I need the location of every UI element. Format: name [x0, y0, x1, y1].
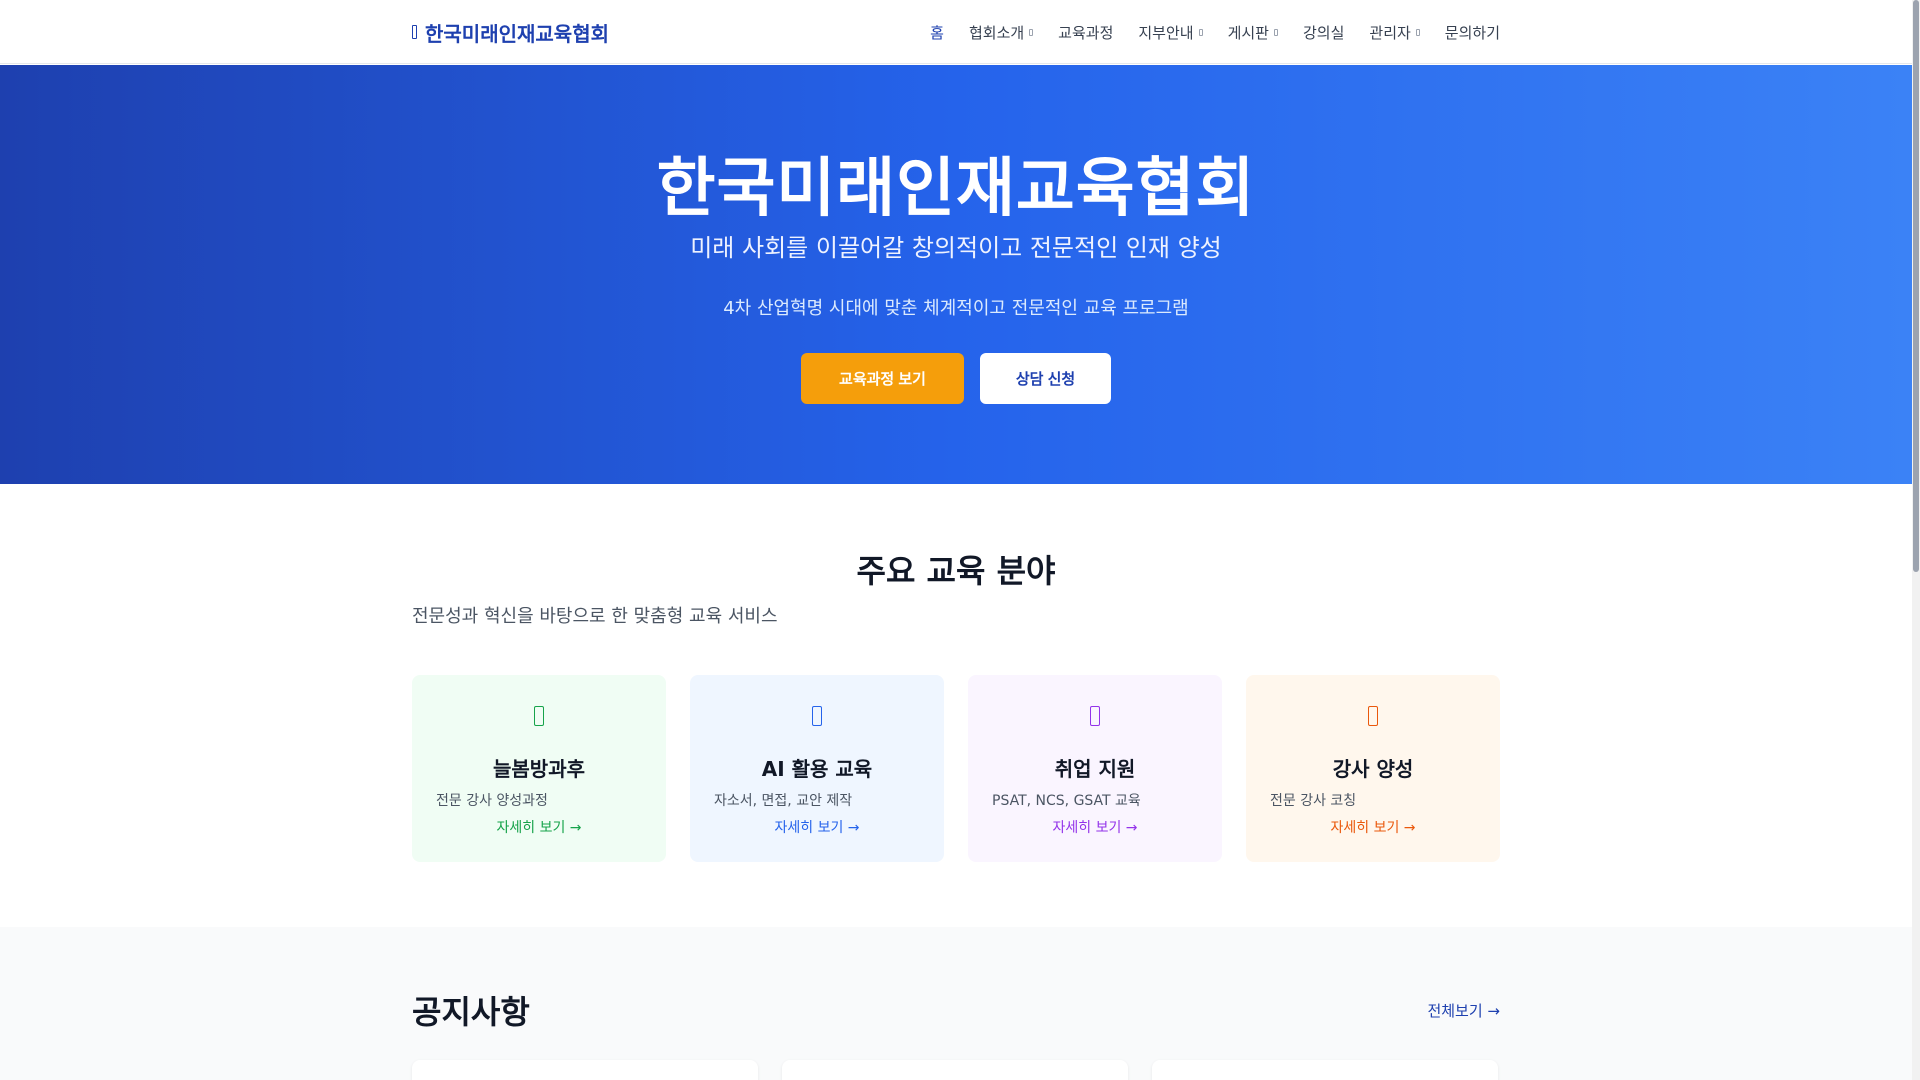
programs-section: 주요 교육 분야 전문성과 혁신을 바탕으로 한 맞춤형 교육 서비스 늘봄방과… — [0, 484, 1912, 927]
nav-label: 교육과정 — [1058, 23, 1114, 42]
nav-label: 게시판 — [1227, 23, 1269, 42]
consultation-button[interactable]: 상담 신청 — [980, 353, 1111, 404]
notice-card[interactable] — [1152, 1060, 1498, 1080]
program-card-ai[interactable]: AI 활용 교육 자소서, 면접, 교안 제작 자세히 보기 → — [690, 675, 944, 862]
program-icon — [1368, 706, 1378, 726]
hero-subtitle: 미래 사회를 이끌어갈 창의적이고 전문적인 인재 양성 — [690, 234, 1222, 262]
site-header: 한국미래인재교육협회 홈 협회소개 교육과정 지부안내 게시판 강의실 관리자 … — [0, 0, 1912, 64]
card-description: PSAT, NCS, GSAT 교육 — [992, 793, 1141, 809]
notice-card[interactable] — [412, 1060, 758, 1080]
site-logo[interactable]: 한국미래인재교육협회 — [412, 18, 609, 47]
program-card-instructor[interactable]: 강사 양성 전문 강사 코칭 자세히 보기 → — [1246, 675, 1500, 862]
chevron-down-icon — [1415, 28, 1420, 36]
nav-item-about[interactable]: 협회소개 — [968, 22, 1034, 43]
nav-item-board[interactable]: 게시판 — [1228, 22, 1278, 43]
notice-section: 공지사항 전체보기 → — [0, 927, 1912, 1080]
card-description: 전문 강사 코칭 — [1270, 793, 1357, 809]
program-icon — [534, 706, 544, 726]
nav-label: 지부안내 — [1138, 23, 1194, 42]
nav-item-courses[interactable]: 교육과정 — [1058, 22, 1113, 43]
hero-buttons: 교육과정 보기 상담 신청 — [0, 353, 1912, 404]
nav-item-classroom[interactable]: 강의실 — [1303, 22, 1344, 43]
nav-item-home[interactable]: 홈 — [930, 22, 944, 43]
notice-cards — [412, 1060, 1500, 1080]
card-title: 늘봄방과후 — [493, 757, 585, 781]
card-description: 전문 강사 양성과정 — [436, 793, 548, 809]
nav-item-admin[interactable]: 관리자 — [1369, 22, 1420, 43]
view-courses-button[interactable]: 교육과정 보기 — [801, 353, 964, 404]
program-card-afterschool[interactable]: 늘봄방과후 전문 강사 양성과정 자세히 보기 → — [412, 675, 666, 862]
card-title: 강사 양성 — [1332, 757, 1414, 781]
nav-label: 홈 — [930, 23, 944, 42]
nav-label: 강의실 — [1302, 23, 1345, 42]
nav-item-branches[interactable]: 지부안내 — [1138, 22, 1203, 43]
view-all-link[interactable]: 전체보기 → — [1417, 1000, 1500, 1021]
notice-card[interactable] — [782, 1060, 1128, 1080]
programs-subtitle: 전문성과 혁신을 바탕으로 한 맞춤형 교육 서비스 — [412, 606, 778, 627]
card-detail-link[interactable]: 자세히 보기 → — [412, 817, 666, 837]
hero-description: 4차 산업혁명 시대에 맞춘 체계적이고 전문적인 교육 프로그램 — [723, 298, 1189, 319]
nav-item-contact[interactable]: 문의하기 — [1445, 22, 1500, 43]
card-title: AI 활용 교육 — [761, 757, 873, 781]
programs-title: 주요 교육 분야 — [856, 552, 1056, 590]
card-detail-link[interactable]: 자세히 보기 → — [690, 817, 944, 837]
program-card-employment[interactable]: 취업 지원 PSAT, NCS, GSAT 교육 자세히 보기 → — [968, 675, 1222, 862]
card-description: 자소서, 면접, 교안 제작 — [714, 793, 853, 809]
hero-title: 한국미래인재교육협회 — [656, 152, 1256, 226]
program-icon — [812, 706, 822, 726]
notice-title: 공지사항 — [412, 993, 530, 1031]
main-nav: 홈 협회소개 교육과정 지부안내 게시판 강의실 관리자 문의하기 — [930, 22, 1500, 43]
chevron-down-icon — [1029, 28, 1034, 36]
card-detail-link[interactable]: 자세히 보기 → — [1246, 817, 1500, 837]
scrollbar-thumb[interactable] — [1913, 0, 1919, 572]
header-inner: 한국미래인재교육협회 홈 협회소개 교육과정 지부안내 게시판 강의실 관리자 … — [412, 0, 1500, 64]
card-title: 취업 지원 — [1054, 757, 1136, 781]
nav-label: 협회소개 — [968, 23, 1025, 42]
card-detail-link[interactable]: 자세히 보기 → — [968, 817, 1222, 837]
nav-label: 관리자 — [1369, 23, 1411, 42]
page-scrollbar[interactable] — [1912, 0, 1920, 1080]
program-icon — [1090, 706, 1100, 726]
logo-icon — [412, 25, 417, 39]
logo-text: 한국미래인재교육협회 — [425, 21, 609, 46]
hero-section: 한국미래인재교육협회 미래 사회를 이끌어갈 창의적이고 전문적인 인재 양성 … — [0, 65, 1912, 484]
chevron-down-icon — [1198, 28, 1203, 36]
nav-label: 문의하기 — [1444, 23, 1500, 42]
chevron-down-icon — [1273, 28, 1278, 36]
program-cards: 늘봄방과후 전문 강사 양성과정 자세히 보기 → AI 활용 교육 자소서, … — [412, 675, 1500, 862]
